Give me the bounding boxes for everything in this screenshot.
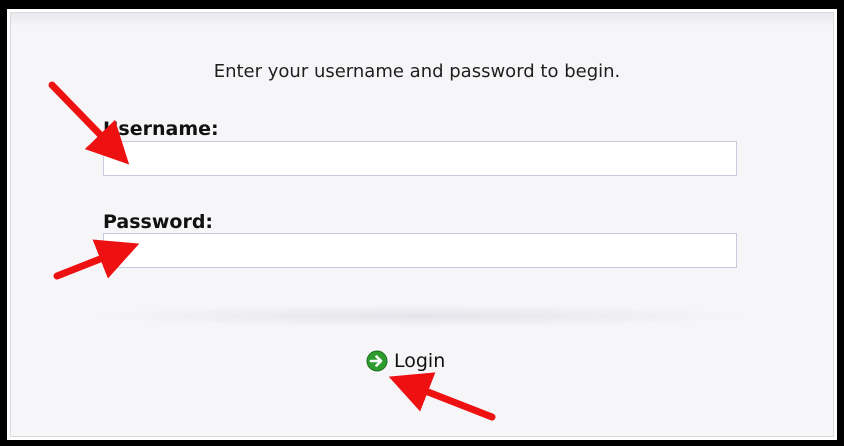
password-input[interactable] (103, 233, 737, 268)
username-label: Username: (103, 118, 219, 140)
login-button[interactable]: Login (366, 346, 445, 376)
password-label: Password: (103, 211, 214, 233)
arrow-right-circle-icon (366, 350, 388, 372)
panel-top-shading (11, 13, 833, 27)
username-input[interactable] (103, 141, 737, 176)
login-instructions: Enter your username and password to begi… (213, 61, 621, 82)
login-panel: Enter your username and password to begi… (10, 12, 834, 437)
form-divider (81, 305, 761, 327)
login-button-label: Login (394, 350, 446, 372)
